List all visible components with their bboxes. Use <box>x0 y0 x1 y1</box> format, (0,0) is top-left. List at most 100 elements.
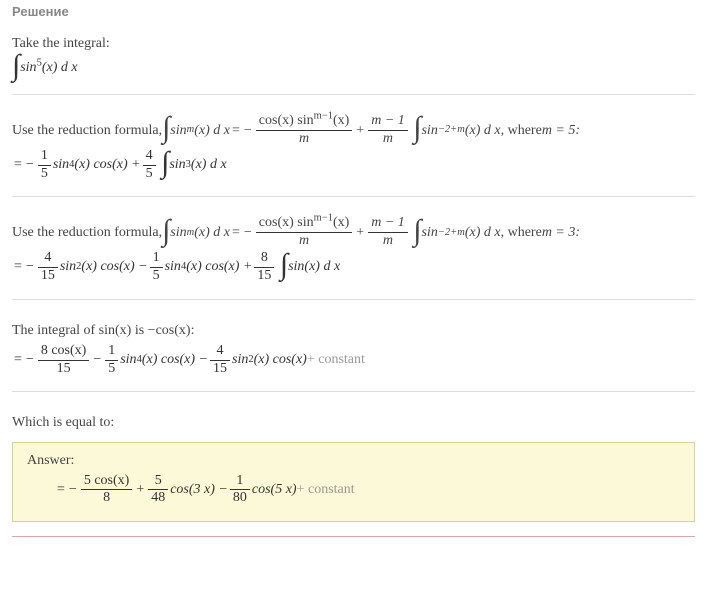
integral-icon: ∫ <box>413 116 421 140</box>
lhs-sin: sin <box>170 220 186 245</box>
frac-1-5: 1 5 <box>38 148 51 183</box>
divider-bottom <box>12 536 695 537</box>
term1b: (x) cos(x) − <box>81 259 147 275</box>
frac-1: cos(x) sinm−1(x) m <box>256 215 353 250</box>
term2b: (x) d x <box>191 157 227 173</box>
integral-icon: ∫ <box>280 253 288 277</box>
frac-2: m − 1 m <box>368 113 408 148</box>
rhs-arg: (x) d x <box>465 118 501 143</box>
reduction-prefix: Use the reduction formula, <box>12 220 162 245</box>
f2-num: 4 <box>143 148 156 166</box>
lhs-arg: (x) d x <box>194 220 230 245</box>
term2: cos(3 x) − <box>170 482 228 498</box>
term1b: (x) cos(x) + <box>74 157 140 173</box>
step-2-text: Use the reduction formula, ∫ sin m (x) d x… <box>12 113 695 148</box>
integral-icon: ∫ <box>12 54 20 78</box>
where-text: , where <box>501 220 542 245</box>
fn-sin: sin <box>20 60 36 75</box>
divider <box>12 391 695 392</box>
f2-num: 1 <box>105 343 118 361</box>
rhs-arg: (x) d x <box>465 220 501 245</box>
plus-sign: + <box>134 482 146 498</box>
step-3-text: Use the reduction formula, ∫ sin m (x) d x… <box>12 215 695 250</box>
eq-sign: = <box>12 157 24 173</box>
frac-1-5: 1 5 <box>150 250 163 285</box>
f2-den: 48 <box>148 490 168 507</box>
frac1-num-b: (x) <box>333 215 349 230</box>
f3-num: 4 <box>210 343 230 361</box>
neg-sign: − <box>24 352 36 368</box>
frac2-den: m <box>368 233 408 250</box>
frac-5cos-8: 5 cos(x) 8 <box>81 473 133 508</box>
f1-den: 5 <box>38 166 51 183</box>
frac-4-15: 4 15 <box>38 250 58 285</box>
step-1: Take the integral: ∫ sin5(x) d x <box>12 27 695 94</box>
plus-sign: + <box>354 118 366 143</box>
frac2-num: m − 1 <box>368 215 408 233</box>
step-3-result: = − 4 15 sin2(x) cos(x) − 1 5 sin4(x) co… <box>12 250 695 285</box>
arg-dx: (x) d x <box>42 60 78 75</box>
neg-sign: − <box>24 259 36 275</box>
f1-num: 5 cos(x) <box>81 473 133 491</box>
f1-num: 8 cos(x) <box>38 343 90 361</box>
neg-sign: − <box>67 482 79 498</box>
section-header: Решение <box>12 0 695 27</box>
frac-2: m − 1 m <box>368 215 408 250</box>
eq-sign: = <box>12 352 24 368</box>
f2-den: 5 <box>150 268 163 285</box>
step-4-result: = − 8 cos(x) 15 − 1 5 sin4(x) cos(x) − 4… <box>12 343 695 378</box>
constant-text: + constant <box>297 482 355 498</box>
minus-sign: − <box>91 352 103 368</box>
integral-icon: ∫ <box>413 219 421 243</box>
f1-den: 8 <box>81 490 133 507</box>
divider <box>12 299 695 300</box>
term3: cos(5 x) <box>252 482 297 498</box>
f3-num: 8 <box>254 250 274 268</box>
frac-1: cos(x) sinm−1(x) m <box>256 113 353 148</box>
f2-num: 1 <box>150 250 163 268</box>
step-2-result: = − 1 5 sin4(x) cos(x) + 4 5 ∫ sin3(x) d… <box>12 148 695 183</box>
term3: sin <box>232 352 248 368</box>
answer-label: Answer: <box>27 453 680 469</box>
frac-4-5: 4 5 <box>143 148 156 183</box>
m-eq-3: m = 3: <box>542 220 580 245</box>
eq-sign: = <box>12 259 24 275</box>
f3-num: 1 <box>230 473 250 491</box>
term2: sin <box>120 352 136 368</box>
term2: sin <box>165 259 181 275</box>
frac2-num: m − 1 <box>368 113 408 131</box>
frac-4-15: 4 15 <box>210 343 230 378</box>
step-1-text: Take the integral: <box>12 31 695 56</box>
eq-sign: = <box>230 220 242 245</box>
step-4-text: The integral of sin(x) is −cos(x): <box>12 318 695 343</box>
answer-expr: = − 5 cos(x) 8 + 5 48 cos(3 x) − 1 80 co… <box>27 473 680 508</box>
frac1-num-a: cos(x) sin <box>259 113 314 128</box>
lhs-sin: sin <box>170 118 186 143</box>
step-4: The integral of sin(x) is −cos(x): = − 8… <box>12 314 695 392</box>
frac1-den: m <box>256 131 353 148</box>
frac1-num-pow: m−1 <box>314 111 333 122</box>
f1-den: 15 <box>38 268 58 285</box>
step-2: Use the reduction formula, ∫ sin m (x) d x… <box>12 109 695 196</box>
integral-icon: ∫ <box>162 116 170 140</box>
step-5: Which is equal to: Answer: = − 5 cos(x) … <box>12 406 695 536</box>
f3-den: 15 <box>254 268 274 285</box>
frac-5-48: 5 48 <box>148 473 168 508</box>
divider <box>12 94 695 95</box>
where-text: , where <box>501 118 542 143</box>
step-3: Use the reduction formula, ∫ sin m (x) d x… <box>12 211 695 298</box>
step-5-text: Which is equal to: <box>12 410 695 435</box>
f1-num: 1 <box>38 148 51 166</box>
m-eq-5: m = 5: <box>542 118 580 143</box>
answer-box: Answer: = − 5 cos(x) 8 + 5 48 cos(3 x) −… <box>12 442 695 523</box>
frac1-num-a: cos(x) sin <box>259 215 314 230</box>
term2: sin <box>169 157 185 173</box>
reduction-prefix: Use the reduction formula, <box>12 118 162 143</box>
lhs-arg: (x) d x <box>194 118 230 143</box>
f1-den: 15 <box>38 361 90 378</box>
f2-num: 5 <box>148 473 168 491</box>
term3: sin(x) d x <box>288 259 340 275</box>
eq-sign: = <box>230 118 242 143</box>
f2-den: 5 <box>143 166 156 183</box>
divider <box>12 196 695 197</box>
